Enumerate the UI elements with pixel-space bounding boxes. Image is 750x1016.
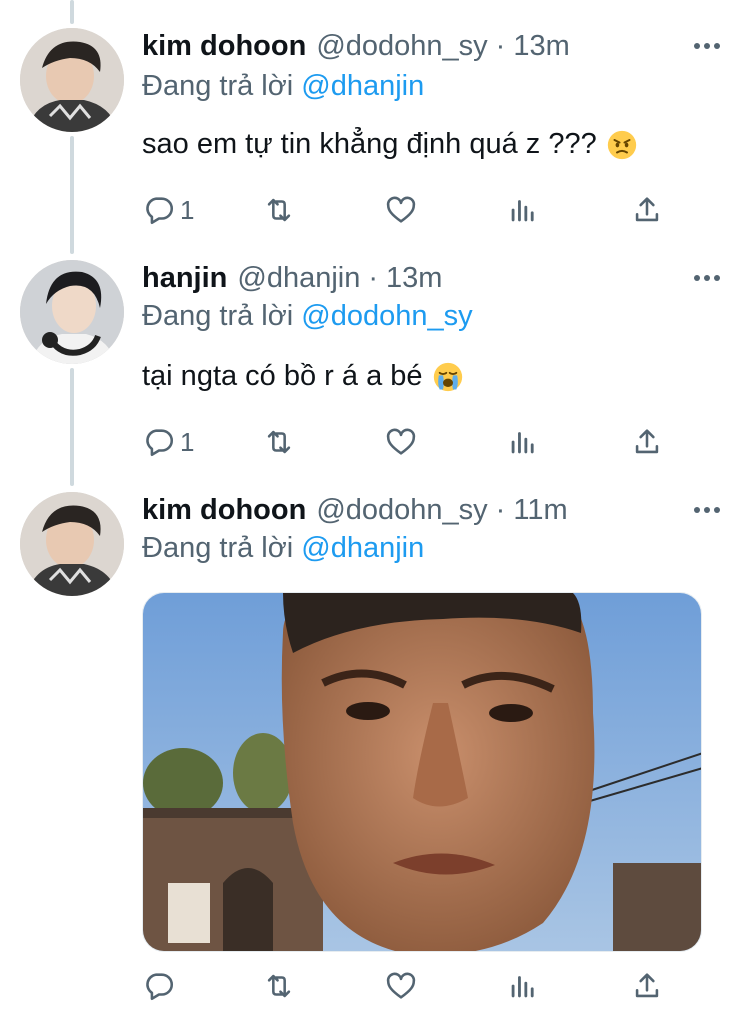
more-icon[interactable] [694,500,720,520]
reply-icon [146,197,174,225]
display-name[interactable]: kim dohoon [142,494,306,527]
replying-prefix: Đang trả lời [142,532,294,564]
share-icon [635,197,659,222]
like-button[interactable] [384,192,418,228]
user-handle[interactable]: @dhanjin [237,262,360,295]
reply-count: 1 [180,426,195,457]
tweet[interactable]: kim dohoon @dodohn_sy · 13m Đang trả lời… [0,28,750,238]
like-button[interactable] [384,968,418,1004]
retweet-icon [267,430,291,454]
tweet[interactable]: hanjin @dhanjin · 13m Đang trả lời @dodo… [0,260,750,470]
tweet-actions: 1 [142,424,682,460]
separator: · [495,493,506,526]
display-name[interactable]: kim dohoon [142,30,306,63]
crying-face-icon [433,362,462,391]
tweet-text: sao em tự tin khẳng định quá z ??? [142,128,637,161]
separator: · [368,261,379,294]
avatar[interactable] [20,260,124,364]
timestamp[interactable]: 13m [386,262,442,295]
reply-icon [146,973,174,1001]
reply-icon [146,429,174,457]
tweet-header: kim dohoon @dodohn_sy · 13m [142,28,570,64]
share-button[interactable] [630,968,664,1004]
avatar-photo [20,28,124,132]
tweet-text-content: sao em tự tin khẳng định quá z ??? [142,128,597,160]
retweet-button[interactable] [262,424,296,460]
reply-count: 1 [180,194,195,225]
replying-to: Đang trả lời @dodohn_sy [142,300,473,333]
avatar-photo [20,492,124,596]
tweet-text: tại ngta có bồ r á a bé [142,360,463,393]
avatar[interactable] [20,28,124,132]
angry-face-icon [607,130,636,159]
avatar-photo [20,260,124,364]
retweet-icon [267,198,291,222]
more-icon[interactable] [694,268,720,288]
analytics-button[interactable] [506,968,540,1004]
frowning-man-meme-photo [143,593,701,951]
reply-button[interactable]: 1 [142,192,194,228]
thread-line [70,0,74,24]
mention-link[interactable]: @dodohn_sy [301,300,472,332]
reply-button[interactable] [142,968,180,1004]
more-icon[interactable] [694,36,720,56]
like-icon [386,196,416,223]
replying-to: Đang trả lời @dhanjin [142,70,424,103]
analytics-icon [511,432,534,454]
avatar[interactable] [20,492,124,596]
analytics-icon [511,976,534,998]
mention-link[interactable]: @dhanjin [301,70,424,102]
replying-prefix: Đang trả lời [142,70,294,102]
tweet-actions: 1 [142,192,682,228]
tweet-header: hanjin @dhanjin · 13m [142,260,442,296]
like-icon [386,428,416,455]
like-button[interactable] [384,424,418,460]
user-handle[interactable]: @dodohn_sy [316,494,487,527]
share-icon [635,973,659,998]
analytics-button[interactable] [506,424,540,460]
retweet-icon [267,974,291,998]
share-button[interactable] [630,424,664,460]
mention-link[interactable]: @dhanjin [301,532,424,564]
timestamp[interactable]: 13m [513,30,569,63]
tweet-actions [142,968,682,1004]
user-handle[interactable]: @dodohn_sy [316,30,487,63]
tweet-media[interactable] [142,592,702,952]
timestamp[interactable]: 11m [513,494,567,527]
tweet-header: kim dohoon @dodohn_sy · 11m [142,492,568,528]
share-icon [635,429,659,454]
like-icon [386,972,416,999]
tweet-text-content: tại ngta có bồ r á a bé [142,360,423,392]
retweet-button[interactable] [262,968,296,1004]
analytics-button[interactable] [506,192,540,228]
reply-button[interactable]: 1 [142,424,194,460]
display-name[interactable]: hanjin [142,262,227,295]
replying-prefix: Đang trả lời [142,300,294,332]
retweet-button[interactable] [262,192,296,228]
share-button[interactable] [630,192,664,228]
separator: · [495,29,506,62]
tweet[interactable]: kim dohoon @dodohn_sy · 11m Đang trả lời… [0,492,750,1012]
replying-to: Đang trả lời @dhanjin [142,532,424,565]
analytics-icon [511,200,534,222]
